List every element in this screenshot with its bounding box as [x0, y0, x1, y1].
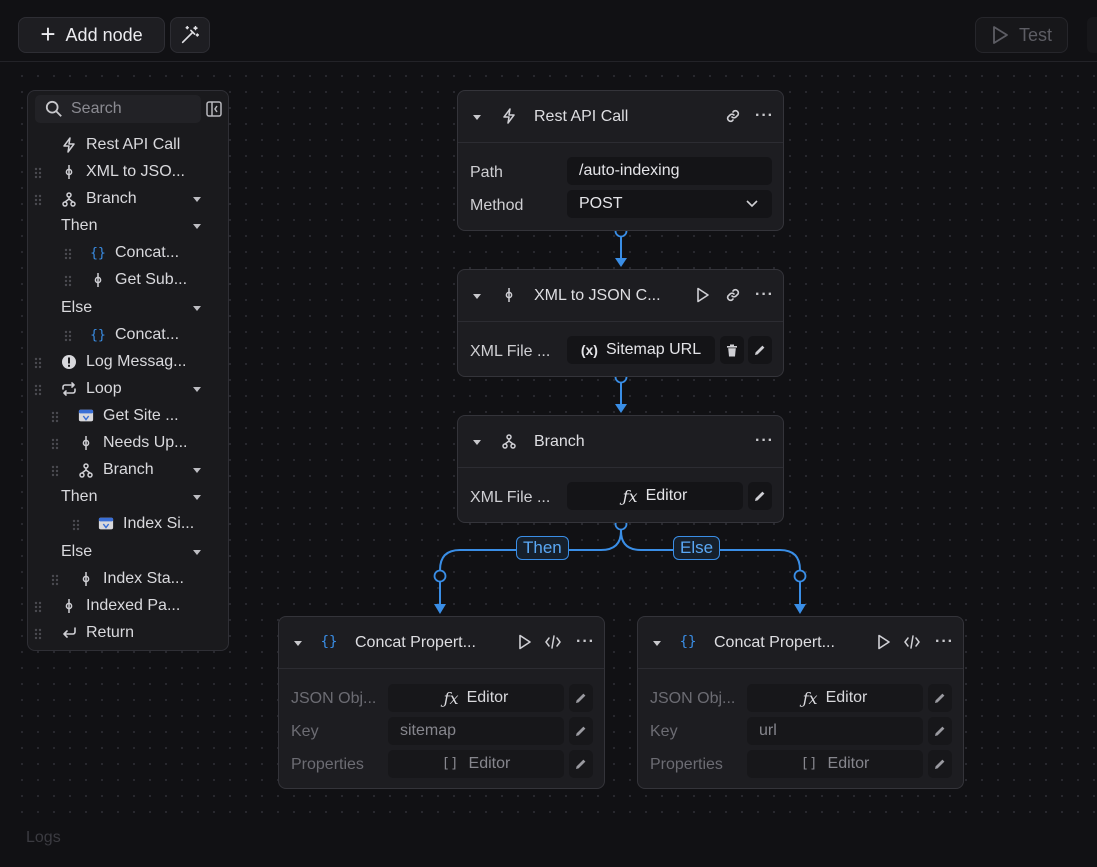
node-header: Branch ···	[458, 416, 783, 468]
collapse-caret-icon[interactable]	[473, 440, 481, 445]
bolt-icon	[501, 108, 517, 124]
node-xml-to-json[interactable]: XML to JSON C... ··· XML File ... (x) Si…	[457, 269, 784, 377]
braces-icon: {}	[679, 634, 697, 650]
edit-button[interactable]	[569, 717, 593, 745]
link-icon[interactable]	[725, 287, 741, 303]
collapse-caret-icon[interactable]	[653, 641, 661, 646]
edit-button[interactable]	[928, 750, 952, 778]
trash-icon	[727, 344, 737, 356]
array-icon: []	[800, 756, 818, 772]
pencil-icon	[935, 693, 945, 703]
function-icon: ƒx	[802, 688, 818, 708]
properties-editor[interactable]: [] Editor	[747, 750, 923, 778]
delete-button[interactable]	[720, 336, 744, 364]
xml-file-label: XML File ...	[470, 489, 551, 506]
key-input[interactable]: sitemap	[388, 717, 564, 745]
xml-file-variable[interactable]: (x) Sitemap URL	[567, 336, 715, 364]
json-object-label: JSON Obj...	[650, 690, 736, 707]
node-title: Rest API Call	[534, 108, 629, 125]
play-icon[interactable]	[695, 287, 711, 303]
properties-editor-label: Editor	[827, 755, 870, 772]
edit-button[interactable]	[748, 336, 772, 364]
play-icon[interactable]	[876, 634, 892, 650]
json-object-editor[interactable]: ƒx Editor	[747, 684, 923, 712]
node-header: Rest API Call ···	[458, 91, 783, 143]
variable-icon: (x)	[580, 342, 598, 358]
more-options-icon[interactable]: ···	[935, 633, 954, 651]
node-title: Concat Propert...	[355, 634, 476, 651]
node-concat-else[interactable]: {} Concat Propert... ··· JSON Obj... ƒx …	[637, 616, 964, 789]
pencil-icon	[935, 726, 945, 736]
node-title: Concat Propert...	[714, 634, 835, 651]
properties-editor[interactable]: [] Editor	[388, 750, 564, 778]
play-icon[interactable]	[517, 634, 533, 650]
array-icon: []	[441, 756, 459, 772]
pencil-icon	[576, 693, 586, 703]
collapse-caret-icon[interactable]	[473, 115, 481, 120]
edit-button[interactable]	[928, 684, 952, 712]
braces-icon: {}	[320, 634, 338, 650]
key-label: Key	[291, 723, 319, 740]
link-icon[interactable]	[725, 108, 741, 124]
method-value: POST	[579, 195, 623, 212]
else-edge-label: Else	[673, 536, 721, 560]
edit-button[interactable]	[569, 750, 593, 778]
properties-label: Properties	[291, 756, 364, 773]
edit-button[interactable]	[748, 482, 772, 510]
edit-button[interactable]	[928, 717, 952, 745]
node-title: Branch	[534, 433, 585, 450]
more-options-icon[interactable]: ···	[755, 432, 774, 450]
function-icon: ƒx	[622, 486, 638, 506]
path-input[interactable]: /auto-indexing	[567, 157, 772, 185]
code-icon[interactable]	[545, 634, 561, 650]
condition-editor[interactable]: ƒx Editor	[567, 482, 743, 510]
more-options-icon[interactable]: ···	[755, 286, 774, 304]
xml-file-label: XML File ...	[470, 343, 551, 360]
pencil-icon	[755, 345, 765, 355]
pencil-icon	[576, 759, 586, 769]
node-branch[interactable]: Branch ··· XML File ... ƒx Editor	[457, 415, 784, 523]
node-concat-then[interactable]: {} Concat Propert... ··· JSON Obj... ƒx …	[278, 616, 605, 789]
pencil-icon	[576, 726, 586, 736]
path-label: Path	[470, 164, 503, 181]
method-select[interactable]: POST	[567, 190, 772, 218]
more-options-icon[interactable]: ···	[576, 633, 595, 651]
branch-icon	[501, 433, 517, 449]
key-label: Key	[650, 723, 678, 740]
code-icon[interactable]	[904, 634, 920, 650]
logs-panel-label[interactable]: Logs	[26, 829, 61, 847]
node-header: XML to JSON C... ···	[458, 270, 783, 322]
function-icon: ƒx	[443, 688, 459, 708]
json-object-editor[interactable]: ƒx Editor	[388, 684, 564, 712]
pencil-icon	[935, 759, 945, 769]
edit-button[interactable]	[569, 684, 593, 712]
properties-editor-label: Editor	[468, 755, 511, 772]
key-input[interactable]: url	[747, 717, 923, 745]
chevron-down-icon	[746, 200, 758, 208]
collapse-caret-icon[interactable]	[473, 294, 481, 299]
json-object-label: JSON Obj...	[291, 690, 377, 707]
condition-editor-label: Editor	[645, 487, 688, 504]
node-rest-api-call[interactable]: Rest API Call ··· Path /auto-indexing Me…	[457, 90, 784, 231]
then-edge-label: Then	[516, 536, 569, 560]
node-header: {} Concat Propert... ···	[638, 617, 963, 669]
json-object-editor-label: Editor	[825, 689, 868, 706]
more-options-icon[interactable]: ···	[755, 107, 774, 125]
xml-file-value: Sitemap URL	[605, 341, 702, 358]
pencil-icon	[755, 491, 765, 501]
node-header: {} Concat Propert... ···	[279, 617, 604, 669]
properties-label: Properties	[650, 756, 723, 773]
collapse-caret-icon[interactable]	[294, 641, 302, 646]
method-label: Method	[470, 197, 524, 214]
json-object-editor-label: Editor	[466, 689, 509, 706]
node-title: XML to JSON C...	[534, 287, 661, 304]
transform-icon	[501, 287, 517, 303]
